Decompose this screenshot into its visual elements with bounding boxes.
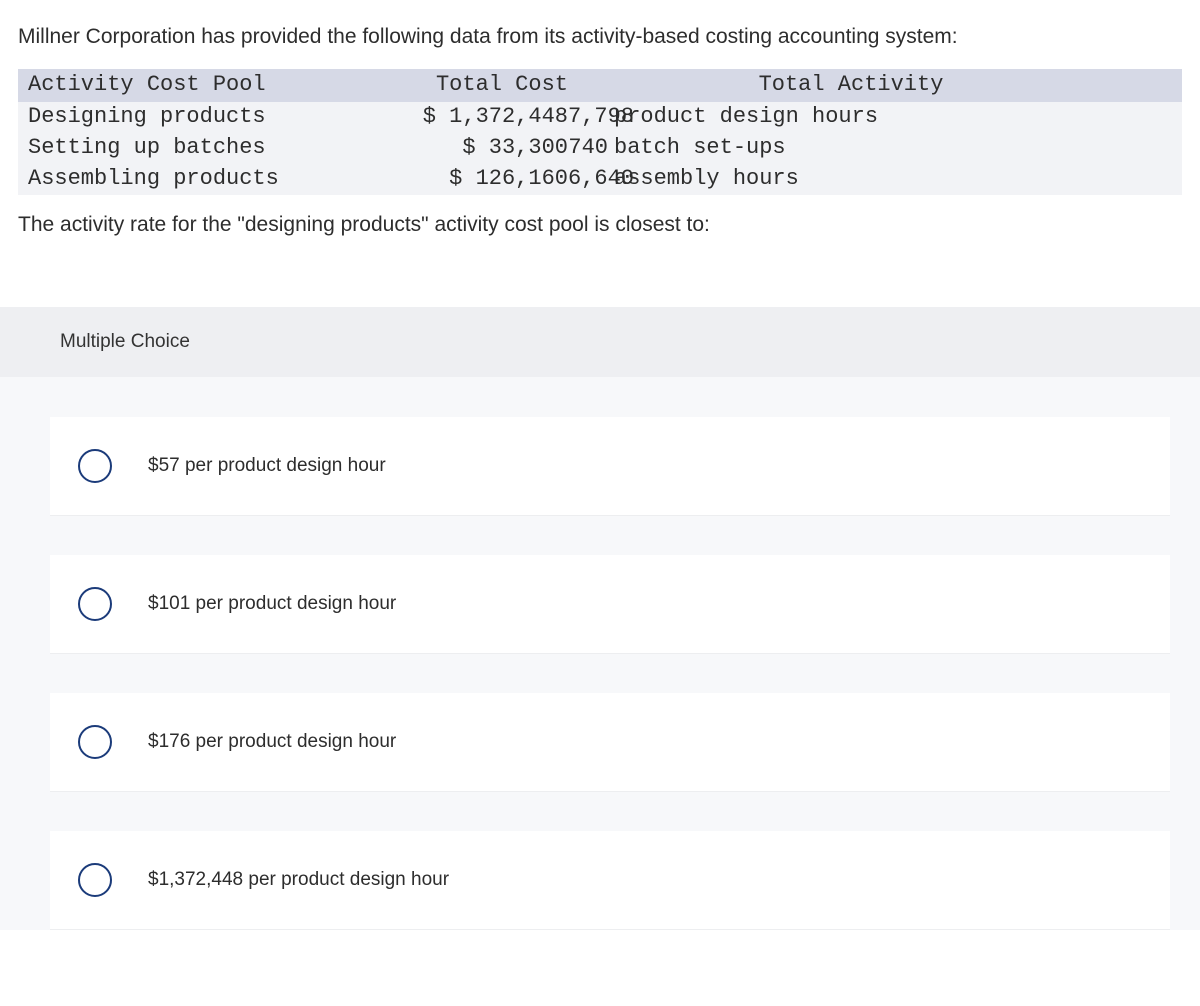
radio-icon[interactable] (78, 449, 112, 483)
header-pool: Activity Cost Pool (28, 70, 328, 101)
multiple-choice-heading: Multiple Choice (0, 307, 1200, 377)
cell-unit: batch set-ups (608, 133, 1088, 164)
cell-pool: Setting up batches (28, 133, 328, 164)
costing-table: Activity Cost Pool Total Cost Total Acti… (18, 69, 1182, 194)
cell-cost: $ 126,160 (328, 164, 568, 195)
radio-icon[interactable] (78, 863, 112, 897)
option-d[interactable]: $1,372,448 per product design hour (50, 831, 1170, 929)
option-b[interactable]: $101 per product design hour (50, 555, 1170, 653)
cell-qty: 6,640 (568, 164, 608, 195)
option-label: $101 per product design hour (148, 593, 396, 615)
radio-icon[interactable] (78, 725, 112, 759)
table-row: Assembling products $ 126,160 6,640 asse… (18, 164, 1182, 195)
cell-pool: Designing products (28, 102, 328, 133)
cell-qty: 740 (568, 133, 608, 164)
cell-qty: 7,798 (568, 102, 608, 133)
cell-pool: Assembling products (28, 164, 328, 195)
header-activity: Total Activity (608, 70, 1088, 101)
question-followup: The activity rate for the "designing pro… (0, 195, 1200, 277)
cell-unit: assembly hours (608, 164, 1088, 195)
table-row: Designing products $ 1,372,448 7,798 pro… (18, 102, 1182, 133)
cell-cost: $ 1,372,448 (328, 102, 568, 133)
header-cost: Total Cost (328, 70, 568, 101)
table-row: Setting up batches $ 33,300 740 batch se… (18, 133, 1182, 164)
cell-unit: product design hours (608, 102, 1088, 133)
option-a[interactable]: $57 per product design hour (50, 417, 1170, 515)
question-intro: Millner Corporation has provided the fol… (0, 0, 1200, 63)
table-header-row: Activity Cost Pool Total Cost Total Acti… (18, 69, 1182, 102)
option-label: $176 per product design hour (148, 731, 396, 753)
radio-icon[interactable] (78, 587, 112, 621)
option-label: $57 per product design hour (148, 455, 386, 477)
option-c[interactable]: $176 per product design hour (50, 693, 1170, 791)
option-label: $1,372,448 per product design hour (148, 869, 449, 891)
cell-cost: $ 33,300 (328, 133, 568, 164)
multiple-choice-block: Multiple Choice $57 per product design h… (0, 307, 1200, 930)
